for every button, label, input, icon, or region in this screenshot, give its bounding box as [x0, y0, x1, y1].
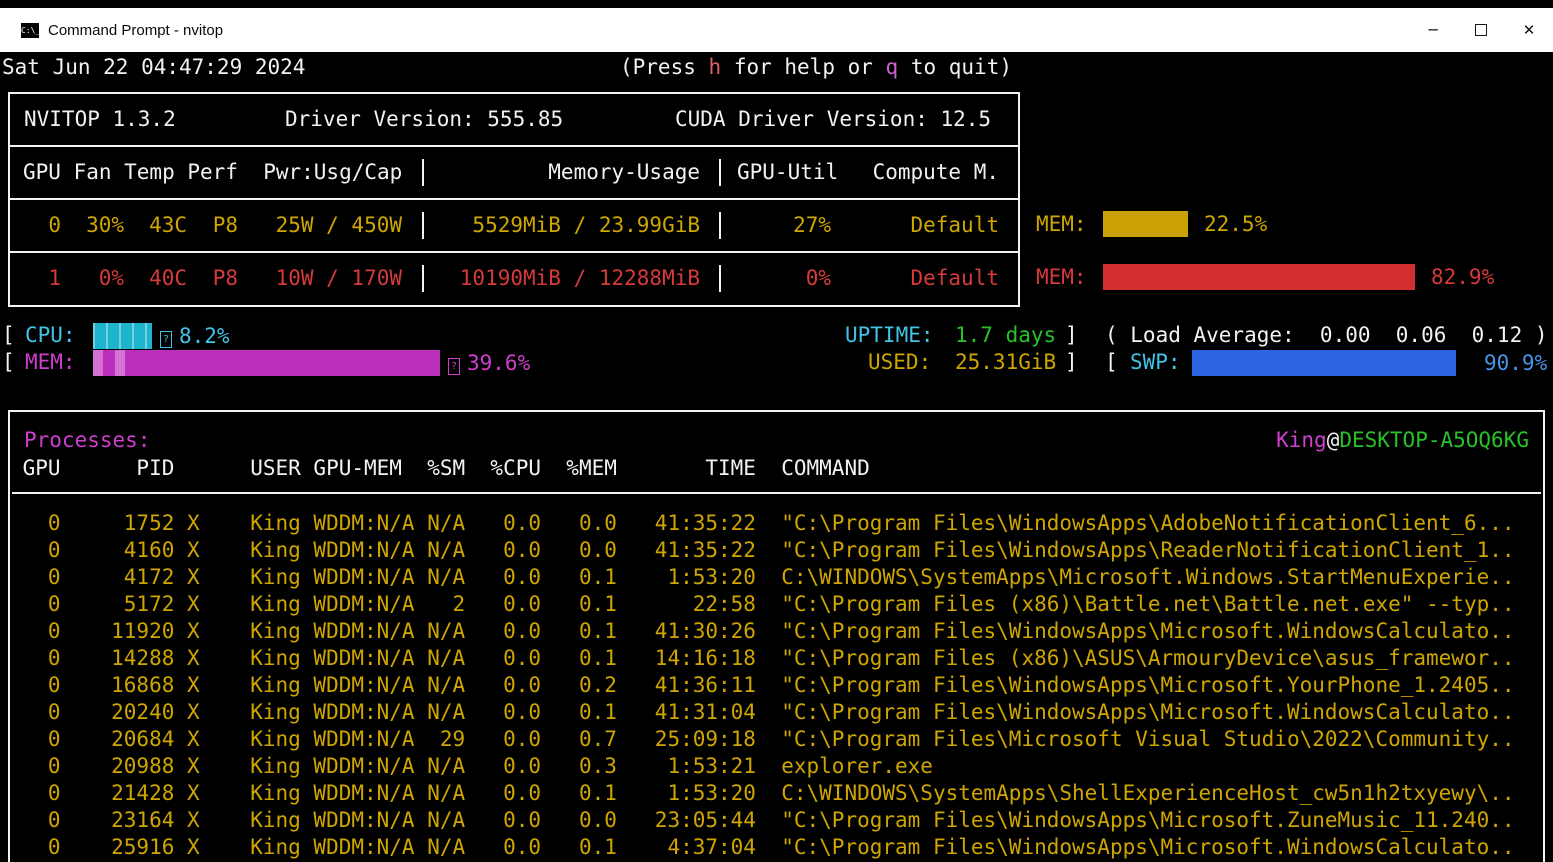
bracket: [ — [2, 350, 15, 374]
process-row: 0 23164 X King WDDM:N/A N/A 0.0 0.0 23:0… — [10, 808, 1515, 832]
compute-mode-header: Compute M. — [872, 160, 999, 184]
bracket: [ — [2, 323, 15, 347]
process-row: 0 1752 X King WDDM:N/A N/A 0.0 0.0 41:35… — [10, 511, 1515, 535]
process-row: 0 11920 X King WDDM:N/A N/A 0.0 0.1 41:3… — [10, 619, 1515, 643]
cpu-label: CPU: — [25, 323, 76, 347]
help-key-h: h — [708, 55, 722, 79]
process-header-line: GPU PID USER GPU-MEM %SM %CPU %MEM TIME … — [10, 456, 870, 480]
maximize-icon — [1475, 24, 1487, 36]
process-rows: 0 1752 X King WDDM:N/A N/A 0.0 0.0 41:35… — [10, 510, 1543, 861]
swap-label: SWP: — [1130, 350, 1181, 374]
window-controls: ─ ✕ — [1409, 8, 1553, 52]
gpu0-mem-bar: 22.5% — [1103, 211, 1479, 237]
memory-usage-header: Memory-Usage — [422, 159, 719, 186]
processes-panel: Processes: King@DESKTOP-A5OQ6KG GPU PID … — [8, 410, 1545, 862]
used-value: 25.31GiB — [955, 350, 1057, 374]
help-text: (Press h for help or q to quit) — [620, 55, 1012, 79]
process-row: 0 4172 X King WDDM:N/A N/A 0.0 0.1 1:53:… — [10, 565, 1515, 589]
gpu1-mem-gauge: MEM: 82.9% — [0, 251, 1553, 304]
status-datetime: Sat Jun 22 04:47:29 2024 — [2, 55, 306, 79]
process-row: 0 21428 X King WDDM:N/A N/A 0.0 0.1 1:53… — [10, 781, 1515, 805]
missing-glyph-icon: ? — [448, 358, 460, 375]
gpu-table-header: GPU Fan Temp Perf Pwr:Usg/Cap Memory-Usa… — [10, 145, 1018, 198]
help-key-q: q — [885, 55, 899, 79]
uptime-label: UPTIME: — [845, 323, 934, 347]
cpu-bar: ? 8.2% — [93, 323, 813, 349]
load-average: ( Load Average: 0.00 0.06 0.12 ) — [1105, 323, 1548, 347]
uptime-value: 1.7 days — [955, 323, 1057, 347]
window-titlebar[interactable]: C:\_ Command Prompt - nvitop ─ ✕ — [0, 8, 1553, 52]
status-line: Sat Jun 22 04:47:29 2024 (Press h for he… — [0, 54, 1553, 81]
user-host: King@DESKTOP-A5OQ6KG — [1276, 428, 1529, 452]
window-title: Command Prompt - nvitop — [48, 21, 224, 39]
gpu-stats-header: GPU Fan Temp Perf Pwr:Usg/Cap — [23, 160, 403, 184]
swap-percent: 90.9% — [1484, 351, 1548, 375]
process-row: 0 14288 X King WDDM:N/A N/A 0.0 0.1 14:1… — [10, 646, 1515, 670]
swap-bar: 90.9% — [1192, 350, 1547, 376]
driver-version: Driver Version: 555.85 — [285, 107, 564, 131]
process-divider — [12, 492, 1541, 494]
process-row: 0 4160 X King WDDM:N/A N/A 0.0 0.0 41:35… — [10, 538, 1515, 562]
maximize-button[interactable] — [1457, 8, 1505, 52]
username: King — [1276, 428, 1327, 452]
gpu-panel-title-row: NVITOP 1.3.2 Driver Version: 555.85 CUDA… — [10, 94, 1018, 145]
bracket: ] — [1065, 350, 1078, 374]
close-button[interactable]: ✕ — [1505, 8, 1553, 52]
cpu-percent: 8.2% — [179, 324, 230, 348]
mem-line: [ MEM: ? 39.6% USED: 25.31GiB ] [ SWP: 90… — [0, 349, 1553, 376]
process-row: 0 20988 X King WDDM:N/A N/A 0.0 0.3 1:53… — [10, 754, 933, 778]
processes-title-row: Processes: King@DESKTOP-A5OQ6KG — [10, 426, 1543, 454]
process-row: 0 20240 X King WDDM:N/A N/A 0.0 0.1 41:3… — [10, 700, 1515, 724]
used-label: USED: — [868, 350, 932, 374]
cpu-line: [ CPU: ? 8.2% UPTIME: 1.7 days ] ( Load A… — [0, 322, 1553, 349]
mem-label: MEM: — [25, 350, 76, 374]
bracket: [ — [1105, 350, 1118, 374]
hostname: DESKTOP-A5OQ6KG — [1339, 428, 1529, 452]
process-row: 0 20684 X King WDDM:N/A 29 0.0 0.7 25:09… — [10, 727, 1515, 751]
mem-percent: 82.9% — [1431, 265, 1495, 289]
mem-gauge-label: MEM: — [1036, 212, 1087, 236]
cmd-prompt-icon: C:\_ — [21, 22, 40, 38]
processes-title: Processes: — [24, 428, 151, 452]
bracket: ] — [1065, 323, 1078, 347]
minimize-button[interactable]: ─ — [1409, 8, 1457, 52]
mem-percent: 39.6% — [467, 351, 531, 375]
mem-bar: ? 39.6% — [93, 350, 969, 376]
cuda-version: CUDA Driver Version: 12.5 — [675, 107, 992, 131]
gpu-util-header: GPU-Util — [737, 160, 839, 184]
mem-percent: 22.5% — [1204, 212, 1268, 236]
mem-gauge-label: MEM: — [1036, 265, 1087, 289]
gpu1-mem-bar: 82.9% — [1103, 264, 1494, 290]
util-mode-header: GPU-Util Compute M. — [719, 159, 1018, 186]
terminal[interactable]: Sat Jun 22 04:47:29 2024 (Press h for he… — [0, 52, 1553, 862]
process-row: 0 5172 X King WDDM:N/A 2 0.0 0.1 22:58 "… — [10, 592, 1515, 616]
gpu0-mem-gauge: MEM: 22.5% — [0, 198, 1553, 251]
nvitop-version: NVITOP 1.3.2 — [24, 107, 176, 131]
missing-glyph-icon: ? — [160, 331, 172, 348]
process-row: 0 25916 X King WDDM:N/A N/A 0.0 0.1 4:37… — [10, 835, 1515, 859]
process-row: 0 16868 X King WDDM:N/A N/A 0.0 0.2 41:3… — [10, 673, 1515, 697]
